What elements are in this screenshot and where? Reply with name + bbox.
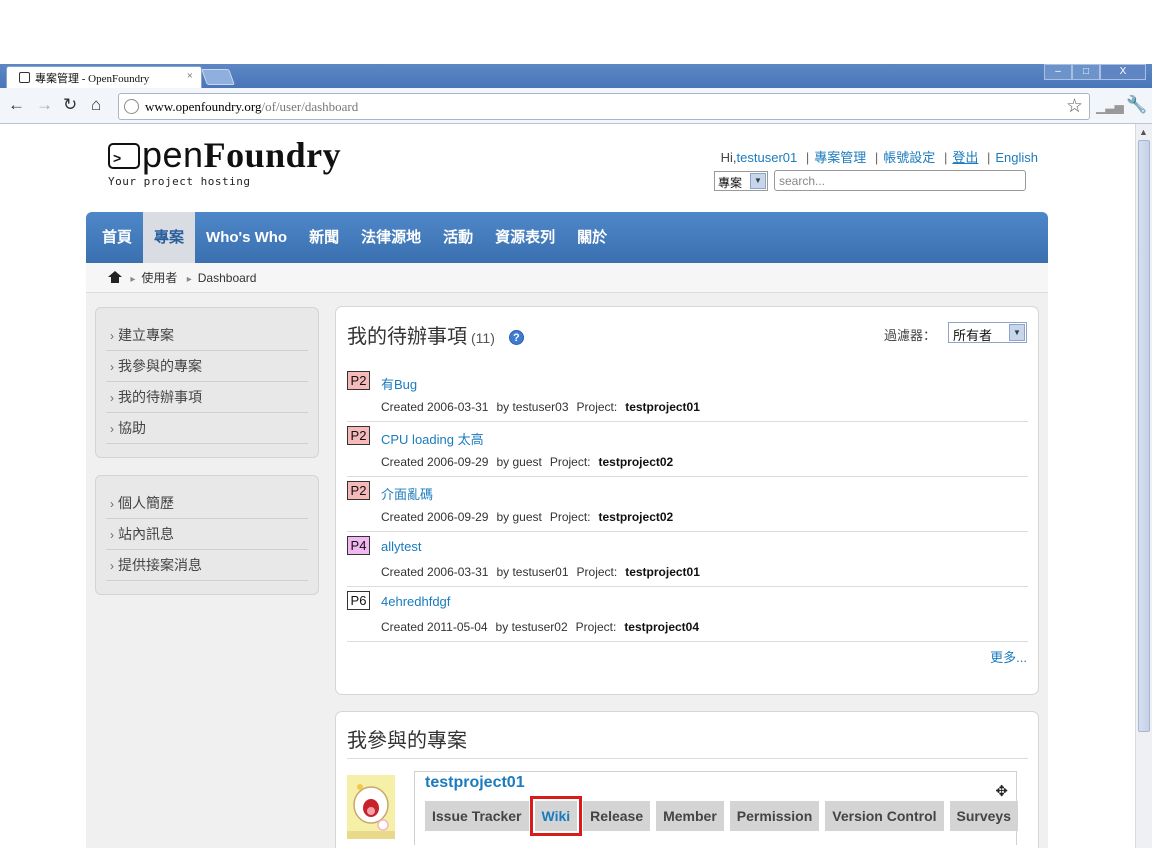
filter-select[interactable]: 所有者 ▼	[948, 322, 1027, 343]
todo-item: P6 4ehredhfdgf Created 2011-05-04 by test…	[347, 587, 1028, 642]
project-avatar[interactable]	[347, 775, 395, 839]
nav-whos-who[interactable]: Who's Who	[195, 212, 298, 263]
sidebar-item-job-offers[interactable]: › 提供接案消息	[106, 550, 308, 581]
projects-panel-title: 我參與的專案	[347, 730, 467, 752]
breadcrumb: ▸ 使用者 ▸ Dashboard	[86, 263, 1048, 293]
nav-home[interactable]: 首頁	[91, 212, 143, 263]
sidebar-item-profile[interactable]: › 個人簡歷	[106, 488, 308, 519]
sidebar-item-my-todos[interactable]: › 我的待辦事項	[106, 382, 308, 413]
priority-badge: P6	[347, 591, 370, 610]
todo-title-link[interactable]: 介面亂碼	[381, 484, 433, 503]
release-button[interactable]: Release	[583, 801, 651, 831]
todo-title-link[interactable]: 有Bug	[381, 374, 417, 393]
forward-arrow-icon[interactable]: →	[36, 95, 53, 115]
maximize-button[interactable]: □	[1072, 64, 1100, 80]
todo-meta: Created 2006-03-31 by testuser01 Project: t…	[381, 565, 700, 579]
todo-item: P2 有Bug Created 2006-03-31 by testuser03 P…	[347, 367, 1028, 422]
breadcrumb-dashboard: Dashboard	[197, 271, 257, 285]
minimize-button[interactable]: –	[1044, 64, 1072, 80]
page-icon	[19, 72, 30, 83]
user-links: Hi,testuser01 | 專案管理 | 帳號設定 | 登出 | English	[720, 150, 1038, 165]
divider	[347, 758, 1028, 759]
username-link[interactable]: testuser01	[737, 150, 798, 165]
sidebar-item-messages[interactable]: › 站內訊息	[106, 519, 308, 550]
issue-tracker-button[interactable]: Issue Tracker	[425, 801, 529, 831]
home-icon[interactable]	[108, 271, 122, 284]
todo-title-link[interactable]: CPU loading 太高	[381, 429, 484, 448]
search-scope-select[interactable]: 專案 ▼	[714, 171, 768, 191]
sidebar-item-help[interactable]: › 協助	[106, 413, 308, 444]
todo-panel: 我的待辦事項 (11)? 過濾器： 所有者 ▼ P2 有Bug Created 2…	[335, 306, 1039, 695]
account-settings-link[interactable]: 帳號設定	[883, 150, 935, 165]
browser-tab[interactable]: 專案管理 - OpenFoundry ×	[6, 66, 202, 88]
priority-badge: P2	[347, 426, 370, 445]
help-icon[interactable]: ?	[508, 330, 524, 345]
sidebar-item-my-projects[interactable]: › 我參與的專案	[106, 351, 308, 382]
sidebar-project-menu: › 建立專案 › 我參與的專案 › 我的待辦事項 › 協助	[95, 307, 319, 458]
site-logo[interactable]: penFoundry Your project hosting	[108, 136, 341, 188]
back-arrow-icon[interactable]: ←	[8, 95, 25, 115]
member-button[interactable]: Member	[656, 801, 724, 831]
reload-icon[interactable]: ↻	[63, 95, 77, 115]
bookmark-star-icon[interactable]: ☆	[1066, 95, 1083, 118]
nav-about[interactable]: 關於	[566, 212, 618, 263]
globe-icon	[124, 99, 139, 114]
todo-panel-title: 我的待辦事項 (11)?	[347, 320, 524, 349]
logo-tagline: Your project hosting	[108, 175, 251, 188]
nav-legal[interactable]: 法律源地	[350, 212, 432, 263]
nav-events[interactable]: 活動	[432, 212, 484, 263]
new-tab-button[interactable]	[201, 69, 235, 85]
todo-meta: Created 2006-09-29 by guest Project: testpr…	[381, 455, 674, 469]
todo-item: P4 allytest Created 2006-03-31 by testuse…	[347, 532, 1028, 587]
permission-button[interactable]: Permission	[729, 801, 820, 831]
todo-meta: Created 2006-03-31 by testuser03 Project: t…	[381, 400, 700, 414]
version-control-button[interactable]: Version Control	[825, 801, 944, 831]
todo-meta: Created 2011-05-04 by testuser02 Project: t…	[381, 620, 700, 634]
priority-badge: P2	[347, 481, 370, 500]
more-link[interactable]: 更多...	[990, 647, 1027, 666]
nav-news[interactable]: 新聞	[298, 212, 350, 263]
todo-item: P2 介面亂碼 Created 2006-09-29 by guest Projec…	[347, 477, 1028, 532]
wiki-button[interactable]: Wiki	[529, 796, 583, 836]
todo-title-link[interactable]: 4ehredhfdgf	[381, 594, 450, 609]
home-icon[interactable]: ⌂	[91, 95, 101, 115]
move-icon[interactable]: ✥	[995, 782, 1008, 800]
project-name-link[interactable]: testproject01	[425, 774, 525, 792]
url-text: www.openfoundry.org/of/user/dashboard	[145, 99, 359, 114]
chevron-down-icon: ▼	[1009, 324, 1025, 341]
search-input[interactable]	[774, 170, 1026, 191]
wrench-icon[interactable]: 🔧	[1126, 95, 1147, 115]
priority-badge: P2	[347, 371, 370, 390]
breadcrumb-user[interactable]: 使用者	[141, 271, 177, 285]
scrollbar-thumb[interactable]	[1138, 140, 1150, 732]
sidebar-item-create-project[interactable]: › 建立專案	[106, 320, 308, 351]
todo-list: P2 有Bug Created 2006-03-31 by testuser03 P…	[347, 367, 1028, 642]
surveys-button[interactable]: Surveys	[949, 801, 1018, 831]
close-window-button[interactable]: X	[1100, 64, 1146, 80]
filter-label: 過濾器：	[884, 328, 937, 343]
nav-projects[interactable]: 專案	[143, 212, 196, 263]
project-card: testproject01 ✥ Issue Tracker Wiki Relea…	[414, 771, 1018, 845]
projects-panel: 我參與的專案 testproject01 ✥ Issue Tracker Wik…	[335, 711, 1039, 848]
todo-meta: Created 2006-09-29 by guest Project: testpr…	[381, 510, 674, 524]
sidebar-personal-menu: › 個人簡歷 › 站內訊息 › 提供接案消息	[95, 475, 319, 595]
signal-icon: ▁▃▅	[1096, 100, 1124, 114]
nav-resources[interactable]: 資源表列	[484, 212, 566, 263]
tab-title: 專案管理 - OpenFoundry	[35, 73, 150, 85]
scroll-up-icon[interactable]: ▲	[1137, 125, 1150, 139]
todo-item: P2 CPU loading 太高 Created 2006-09-29 by g…	[347, 422, 1028, 477]
logo-terminal-icon	[108, 139, 140, 177]
project-tool-buttons: Issue Tracker Wiki Release Member Permis…	[425, 796, 1018, 836]
todo-title-link[interactable]: allytest	[381, 539, 421, 554]
address-bar[interactable]: www.openfoundry.org/of/user/dashboard ☆	[118, 93, 1090, 120]
priority-badge: P4	[347, 536, 370, 555]
chevron-down-icon: ▼	[750, 173, 766, 189]
project-admin-link[interactable]: 專案管理	[814, 150, 866, 165]
logout-link[interactable]: 登出	[952, 150, 978, 165]
main-nav: 首頁 專案 Who's Who 新聞 法律源地 活動 資源表列 關於	[86, 212, 1048, 263]
window-controls: – □ X	[1044, 64, 1146, 80]
tab-close-icon[interactable]: ×	[187, 70, 193, 82]
english-link[interactable]: English	[995, 150, 1038, 165]
